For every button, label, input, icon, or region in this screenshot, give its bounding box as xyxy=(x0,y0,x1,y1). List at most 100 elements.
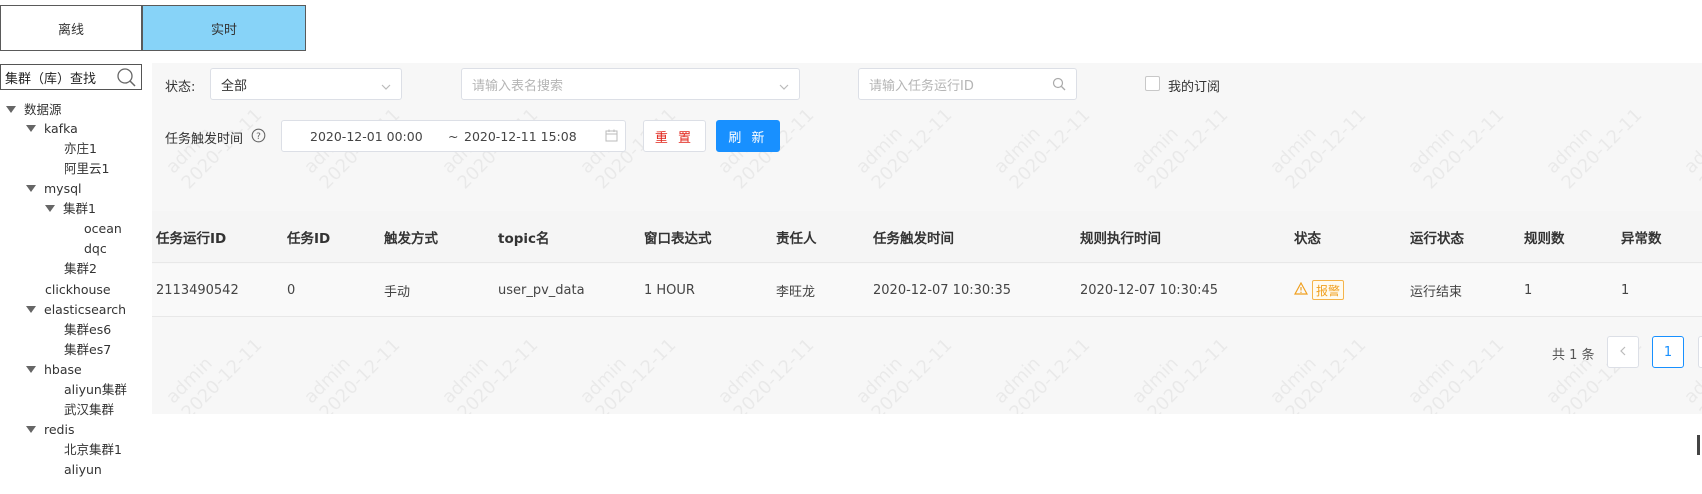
tree-node-label: dqc xyxy=(84,241,107,256)
watermark: admin2020-12-11 xyxy=(1128,334,1233,414)
tab-offline[interactable]: 离线 xyxy=(0,5,142,51)
tree-node-clickhouse[interactable]: clickhouse xyxy=(45,281,111,299)
table-search-select[interactable]: 请输入表名搜索 xyxy=(461,68,800,100)
tree-node-mysql[interactable]: mysql xyxy=(26,180,82,198)
col-topic[interactable]: topic名 xyxy=(498,211,550,262)
tree-node-es6[interactable]: 集群es6 xyxy=(64,321,111,339)
col-run-id[interactable]: 任务运行ID xyxy=(156,211,226,262)
watermark: admin2020-12-11 xyxy=(990,334,1095,414)
col-exec-time[interactable]: 规则执行时间 xyxy=(1080,211,1161,262)
col-window[interactable]: 窗口表达式 xyxy=(644,211,712,262)
col-run-status[interactable]: 运行状态 xyxy=(1410,211,1464,262)
task-run-id-input[interactable]: 请输入任务运行ID xyxy=(858,68,1077,100)
tree-node-yizhuang1[interactable]: 亦庄1 xyxy=(64,140,97,158)
watermark: admin2020-12-11 xyxy=(300,334,405,414)
tree-node-redis[interactable]: redis xyxy=(26,421,74,439)
tree-node-label: kafka xyxy=(44,121,78,136)
tree-node-aliyun1[interactable]: 阿里云1 xyxy=(64,160,109,178)
tree-node-es7[interactable]: 集群es7 xyxy=(64,341,111,359)
tree-node-label: redis xyxy=(44,422,75,437)
tree-node-dqc[interactable]: dqc xyxy=(84,240,107,258)
scrollbar-thumb[interactable] xyxy=(1697,435,1700,455)
watermark: admin2020-12-11 xyxy=(1404,104,1509,194)
my-subscription-label: 我的订阅 xyxy=(1168,80,1221,95)
tree-node-wuhan-cluster[interactable]: 武汉集群 xyxy=(64,401,114,419)
status-select[interactable]: 全部 xyxy=(210,68,402,100)
watermark: admin2020-12-11 xyxy=(576,334,681,414)
main-panel: admin2020-12-11 admin2020-12-11 admin2020-… xyxy=(152,63,1702,414)
tree-node-label: 集群1 xyxy=(63,201,96,216)
watermark: admin2020-12-11 xyxy=(1680,104,1702,194)
caret-down-icon[interactable] xyxy=(26,426,36,433)
table-row[interactable]: 2113490542 0 手动 user_pv_data 1 HOUR 李旺龙 … xyxy=(152,264,1702,317)
col-status[interactable]: 状态 xyxy=(1294,211,1321,262)
table-search-placeholder: 请输入表名搜索 xyxy=(472,78,564,94)
search-icon[interactable] xyxy=(115,67,137,93)
caret-down-icon[interactable] xyxy=(26,185,36,192)
calendar-icon xyxy=(605,129,618,145)
refresh-button[interactable]: 刷 新 xyxy=(716,120,780,152)
svg-text:?: ? xyxy=(256,132,261,142)
tree-node-label: 集群2 xyxy=(64,261,97,276)
caret-down-icon[interactable] xyxy=(26,306,36,313)
tree-node-label: ocean xyxy=(84,221,122,236)
col-task-id[interactable]: 任务ID xyxy=(287,211,330,262)
watermark: admin2020-12-11 xyxy=(714,334,819,414)
prev-page-button[interactable] xyxy=(1607,336,1639,368)
table-header: 任务运行ID 任务ID 触发方式 topic名 窗口表达式 责任人 任务触发时间… xyxy=(152,211,1702,263)
cell-run-id: 2113490542 xyxy=(156,282,239,298)
tree-node-elasticsearch[interactable]: elasticsearch xyxy=(26,301,126,319)
cell-owner: 李旺龙 xyxy=(776,284,816,300)
trigger-time-range-picker[interactable]: 2020-12-01 00:00 ~ 2020-12-11 15:08 xyxy=(281,120,626,152)
tree-node-label: clickhouse xyxy=(45,282,111,297)
col-trigger-time[interactable]: 任务触发时间 xyxy=(873,211,954,262)
tree-node-beijing-cluster1[interactable]: 北京集群1 xyxy=(64,441,122,459)
chevron-down-icon xyxy=(779,80,789,95)
tree-node-label: aliyun xyxy=(64,462,102,477)
tree-node-aliyun-cluster[interactable]: aliyun集群 xyxy=(64,381,127,399)
help-icon[interactable]: ? xyxy=(251,128,266,147)
caret-down-icon[interactable] xyxy=(26,366,36,373)
tree-node-cluster2[interactable]: 集群2 xyxy=(64,260,97,278)
cell-trigger-time: 2020-12-07 10:30:35 xyxy=(873,282,1012,298)
chevron-left-icon xyxy=(1619,345,1627,360)
col-rule-count[interactable]: 规则数 xyxy=(1524,211,1565,262)
cluster-search-input[interactable]: 集群（库）查找 xyxy=(0,64,142,90)
tree-node-label: 阿里云1 xyxy=(64,161,110,176)
search-icon[interactable] xyxy=(1052,77,1066,95)
next-page-button[interactable] xyxy=(1698,336,1702,368)
tree-node-kafka[interactable]: kafka xyxy=(26,120,78,138)
col-trigger[interactable]: 触发方式 xyxy=(384,211,438,262)
col-owner[interactable]: 责任人 xyxy=(776,211,817,262)
page-button-current[interactable]: 1 xyxy=(1652,336,1684,368)
cell-rule-count: 1 xyxy=(1524,282,1533,298)
tree-node-cluster1[interactable]: 集群1 xyxy=(45,200,96,218)
cell-run-status: 运行结束 xyxy=(1410,284,1463,300)
reset-button[interactable]: 重 置 xyxy=(643,120,706,152)
my-subscription-checkbox[interactable] xyxy=(1145,76,1160,91)
caret-down-icon[interactable] xyxy=(45,205,55,212)
tab-offline-label: 离线 xyxy=(57,22,84,38)
watermark: admin2020-12-11 xyxy=(852,104,957,194)
watermark: admin2020-12-11 xyxy=(1542,104,1647,194)
pagination-total: 共 1 条 xyxy=(1552,348,1595,363)
date-end: 2020-12-11 15:08 xyxy=(464,129,577,144)
tree-node-label: 集群es6 xyxy=(64,322,112,337)
status-badge: 报警 xyxy=(1312,280,1345,300)
date-separator: ~ xyxy=(448,129,459,144)
tab-realtime[interactable]: 实时 xyxy=(142,5,306,51)
tree-node-label: aliyun集群 xyxy=(64,382,127,397)
watermark: admin2020-12-11 xyxy=(438,334,543,414)
col-exception-count[interactable]: 异常数 xyxy=(1621,211,1662,262)
tree-node-ocean[interactable]: ocean xyxy=(84,220,122,238)
tree-node-aliyun[interactable]: aliyun xyxy=(64,461,102,479)
chevron-down-icon xyxy=(381,80,391,95)
tree-node-hbase[interactable]: hbase xyxy=(26,361,82,379)
caret-down-icon[interactable] xyxy=(6,106,16,113)
tree-node-datasource[interactable]: 数据源 xyxy=(6,101,62,119)
caret-down-icon[interactable] xyxy=(26,125,36,132)
cell-status: 报警 xyxy=(1293,264,1345,316)
tree-node-label: elasticsearch xyxy=(44,302,127,317)
tree-node-label: 武汉集群 xyxy=(64,402,115,417)
watermark: admin2020-12-11 xyxy=(1404,334,1509,414)
